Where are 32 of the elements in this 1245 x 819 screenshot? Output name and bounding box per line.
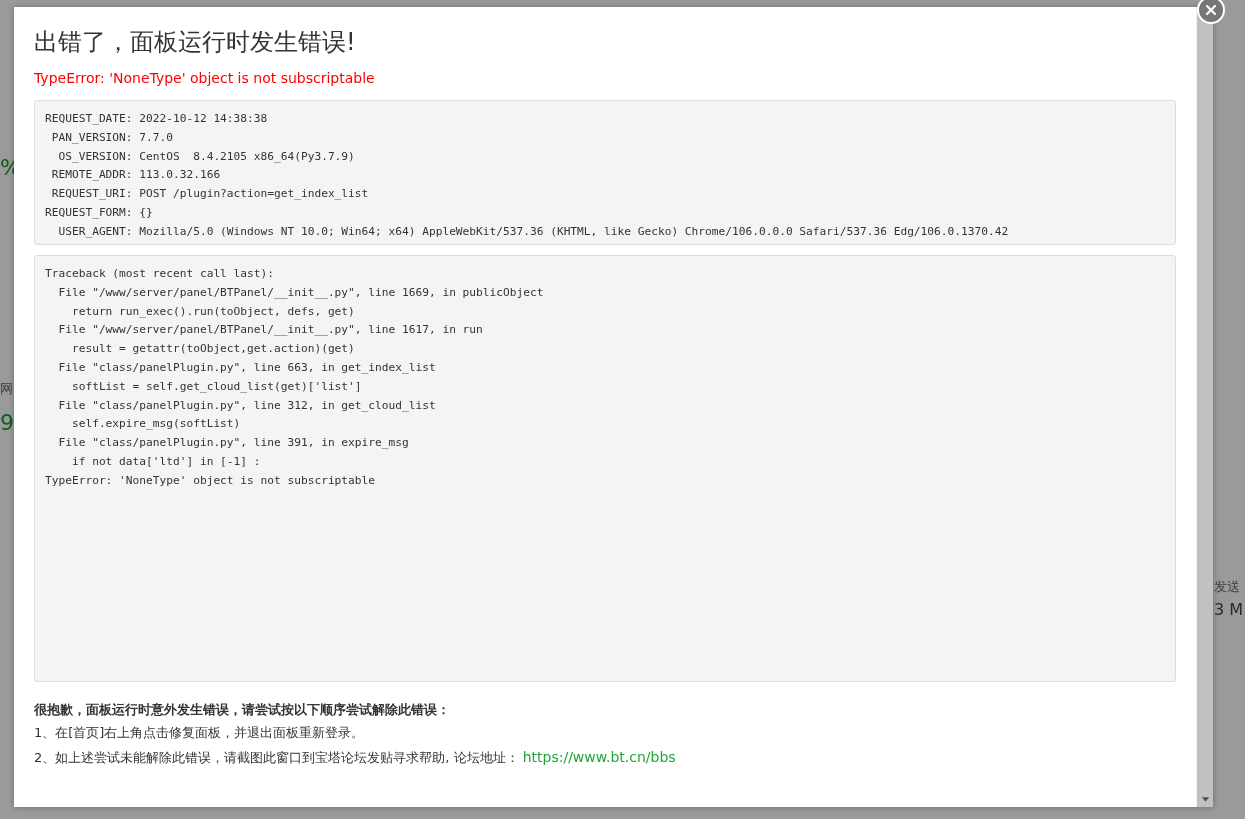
traceback-line: Traceback (most recent call last): (45, 266, 275, 282)
help-heading: 很抱歉，面板运行时意外发生错误，请尝试按以下顺序尝试解除此错误： (34, 701, 451, 719)
traceback-line: File "/www/server/panel/BTPanel/__init__.py", line 1617, in run (57, 322, 484, 339)
request-info-line: REQUEST_DATE: 2022-10-12 14:38:38 (45, 111, 269, 127)
help-step: 2、如上述尝试未能解除此错误，请截图此窗口到宝塔论坛发贴寻求帮助, 论坛地址： (34, 750, 519, 765)
traceback-line: File "/www/server/panel/BTPanel/__init__.py", line 1669, in publicObject (57, 284, 545, 301)
traceback-line: self.expire_msg(softList) (70, 416, 242, 433)
forum-link[interactable]: https://www.bt.cn/bbs (522, 749, 676, 765)
error-message: TypeError: 'NoneType' object is not subscriptable (34, 69, 376, 87)
background-text: 网 (0, 380, 13, 398)
traceback-line: softList = self.get_cloud_list(get)['list'] (70, 378, 363, 395)
background-text: 3 M (1214, 600, 1244, 619)
request-info-line: REMOTE_ADDR: 113.0.32.166 (50, 167, 222, 184)
traceback-line: if not data['ltd'] in [-1] : (70, 453, 262, 470)
request-info-line: USER_AGENT: Mozilla/5.0 (Windows NT 10.0; Win64; x64) AppleWebKit/537.36 (KHTML, like Gecko) Chrome/106.0.0.0 Safari/537.36 Edg/106.0.1370.42 (57, 223, 1010, 240)
request-info-line: PAN_VERSION: 7.7.0 (50, 129, 174, 146)
traceback-line: File "class/panelPlugin.py", line 391, in expire_msg (57, 435, 410, 452)
request-info-line: REQUEST_FORM: {} (45, 205, 154, 221)
request-info-line: OS_VERSION: CentOS 8.4.2105 x86_64(Py3.7.9) (57, 148, 356, 165)
scroll-down-icon[interactable] (1200, 797, 1210, 803)
close-button[interactable] (1197, 0, 1225, 24)
request-info-line: REQUEST_URI: POST /plugin?action=get_index_list (50, 186, 370, 203)
help-step: 1、在[首页]右上角点击修复面板，并退出面板重新登录。 (34, 725, 365, 740)
background-text: 发送 (1214, 578, 1240, 596)
traceback-line: File "class/panelPlugin.py", line 312, in get_cloud_list (57, 397, 437, 414)
close-icon (1205, 4, 1217, 16)
traceback-line: File "class/panelPlugin.py", line 663, in get_index_list (57, 360, 437, 376)
traceback-line: return run_exec().run(toObject, defs, get) (70, 303, 356, 320)
dialog-title: 出错了，面板运行时发生错误! (34, 27, 357, 58)
background-text: 9 (0, 410, 14, 435)
traceback-line: result = getattr(toObject,get.action)(get) (70, 341, 356, 358)
traceback-line: TypeError: 'NoneType' object is not subscriptable (45, 472, 377, 489)
